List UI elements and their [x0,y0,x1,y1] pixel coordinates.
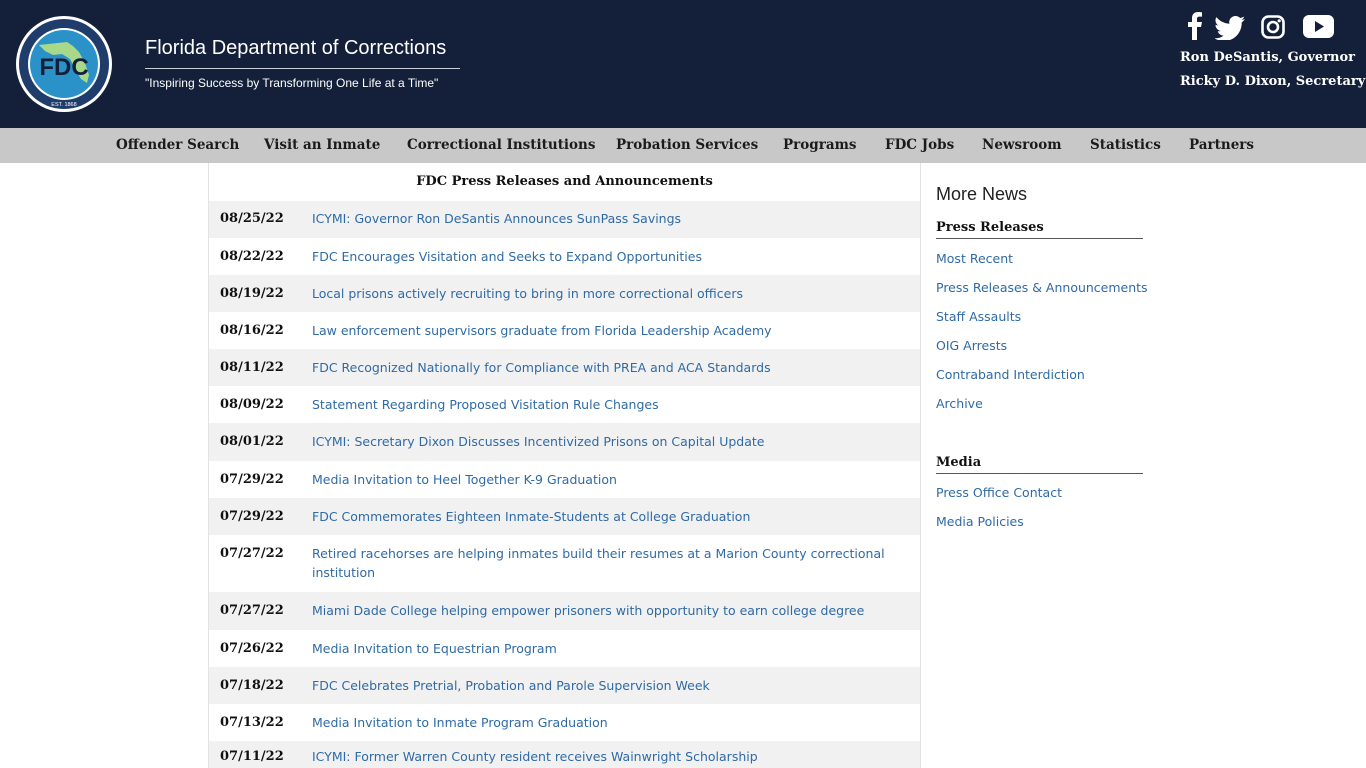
release-link[interactable]: FDC Celebrates Pretrial, Probation and P… [312,676,910,695]
nav-probation-services[interactable]: Probation Services [616,128,758,163]
list-item: 07/18/22 FDC Celebrates Pretrial, Probat… [209,667,920,704]
sidebar-link-oig-arrests[interactable]: OIG Arrests [936,338,1007,353]
list-item: 08/11/22 FDC Recognized Nationally for C… [209,349,920,386]
nav-correctional-institutions[interactable]: Correctional Institutions [407,128,595,163]
nav-newsroom[interactable]: Newsroom [982,128,1062,163]
release-date: 07/29/22 [220,509,284,524]
release-date: 07/13/22 [220,715,284,730]
list-item: 07/27/22 Miami Dade College helping empo… [209,592,920,630]
sidebar-link-staff-assaults[interactable]: Staff Assaults [936,309,1021,324]
release-date: 07/18/22 [220,678,284,693]
sidebar-link-press-office-contact[interactable]: Press Office Contact [936,485,1062,500]
sidebar-heading-press-releases: Press Releases [936,220,1143,239]
instagram-icon[interactable] [1261,15,1285,39]
release-link[interactable]: Media Invitation to Inmate Program Gradu… [312,713,910,732]
list-item: 07/11/22 ICYMI: Former Warren County res… [209,741,920,768]
release-date: 07/29/22 [220,472,284,487]
list-item: 08/19/22 Local prisons actively recruiti… [209,275,920,312]
release-link[interactable]: FDC Commemorates Eighteen Inmate-Student… [312,507,910,526]
release-date: 07/11/22 [220,749,284,764]
officials-block: Ron DeSantis, Governor Ricky D. Dixon, S… [1180,46,1365,94]
list-item: 08/09/22 Statement Regarding Proposed Vi… [209,386,920,423]
release-date: 07/27/22 [220,603,284,618]
release-date: 08/11/22 [220,360,284,375]
release-date: 08/09/22 [220,397,284,412]
sidebar-link-media-policies[interactable]: Media Policies [936,514,1024,529]
release-link[interactable]: FDC Recognized Nationally for Compliance… [312,358,910,377]
nav-fdc-jobs[interactable]: FDC Jobs [885,128,954,163]
release-link[interactable]: Media Invitation to Equestrian Program [312,639,910,658]
sidebar-link-most-recent[interactable]: Most Recent [936,251,1013,266]
press-release-list: FDC Press Releases and Announcements 08/… [208,163,921,768]
site-tagline: "Inspiring Success by Transforming One L… [145,76,439,90]
list-item: 08/22/22 FDC Encourages Visitation and S… [209,238,920,275]
main-nav: Offender Search Visit an Inmate Correcti… [0,128,1366,163]
list-item: 07/26/22 Media Invitation to Equestrian … [209,630,920,667]
list-item: 07/27/22 Retired racehorses are helping … [209,535,920,592]
sidebar-heading-media: Media [936,455,1143,474]
list-item: 07/13/22 Media Invitation to Inmate Prog… [209,704,920,741]
sidebar-title: More News [936,184,1028,204]
logo-text: FDC [39,54,88,81]
logo-est-text: EST. 1868 [51,102,76,108]
title-divider [145,68,460,69]
twitter-icon[interactable] [1215,16,1245,40]
list-item: 07/29/22 FDC Commemorates Eighteen Inmat… [209,498,920,535]
release-date: 08/25/22 [220,211,284,226]
release-link[interactable]: Media Invitation to Heel Together K-9 Gr… [312,470,910,489]
sidebar-link-contraband-interdiction[interactable]: Contraband Interdiction [936,367,1085,382]
release-link[interactable]: Law enforcement supervisors graduate fro… [312,321,910,340]
nav-offender-search[interactable]: Offender Search [116,128,239,163]
release-link[interactable]: ICYMI: Former Warren County resident rec… [312,747,910,766]
nav-visit-an-inmate[interactable]: Visit an Inmate [264,128,380,163]
nav-partners[interactable]: Partners [1189,128,1254,163]
release-date: 08/19/22 [220,286,284,301]
release-link[interactable]: Local prisons actively recruiting to bri… [312,284,910,303]
list-item: 08/16/22 Law enforcement supervisors gra… [209,312,920,349]
secretary-name: Ricky D. Dixon, Secretary [1180,74,1366,89]
youtube-icon[interactable] [1303,15,1334,38]
fdc-seal-logo[interactable]: FDC EST. 1868 [15,15,113,113]
list-item: 07/29/22 Media Invitation to Heel Togeth… [209,461,920,498]
release-link[interactable]: Miami Dade College helping empower priso… [312,601,910,620]
release-date: 08/22/22 [220,249,284,264]
release-link[interactable]: ICYMI: Secretary Dixon Discusses Incenti… [312,432,910,451]
nav-programs[interactable]: Programs [783,128,856,163]
nav-statistics[interactable]: Statistics [1090,128,1161,163]
list-title: FDC Press Releases and Announcements [416,174,713,189]
sidebar-link-press-releases-announcements[interactable]: Press Releases & Announcements [936,280,1148,295]
list-item: 08/25/22 ICYMI: Governor Ron DeSantis An… [209,201,920,238]
release-date: 07/27/22 [220,546,284,561]
release-date: 07/26/22 [220,641,284,656]
release-link[interactable]: ICYMI: Governor Ron DeSantis Announces S… [312,209,910,228]
release-link[interactable]: Retired racehorses are helping inmates b… [312,544,910,582]
site-title[interactable]: Florida Department of Corrections [145,37,446,60]
release-link[interactable]: Statement Regarding Proposed Visitation … [312,395,910,414]
release-date: 08/01/22 [220,434,284,449]
release-link[interactable]: FDC Encourages Visitation and Seeks to E… [312,247,910,266]
facebook-icon[interactable] [1185,12,1203,40]
governor-name: Ron DeSantis, Governor [1180,50,1355,65]
release-date: 08/16/22 [220,323,284,338]
site-header: FDC EST. 1868 Florida Department of Corr… [0,0,1366,128]
list-item: 08/01/22 ICYMI: Secretary Dixon Discusse… [209,423,920,461]
sidebar-link-archive[interactable]: Archive [936,396,983,411]
